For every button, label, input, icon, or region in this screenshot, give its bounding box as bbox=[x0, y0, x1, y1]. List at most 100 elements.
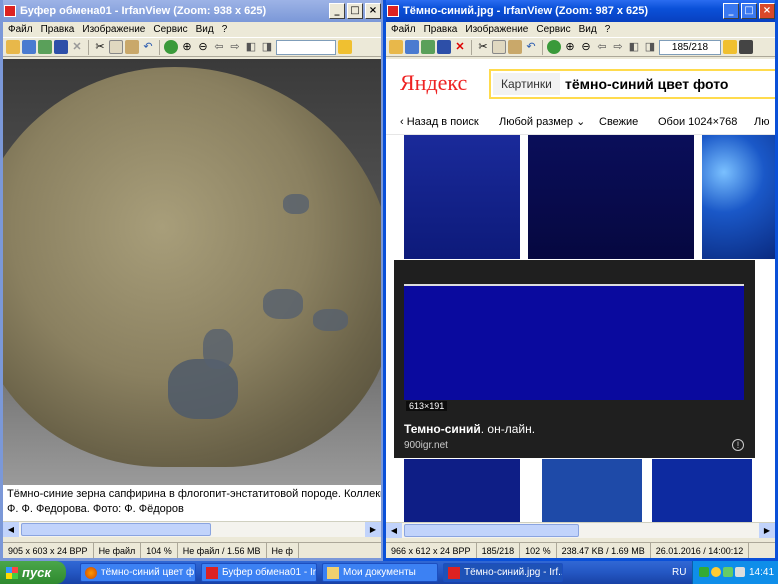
info-icon[interactable]: ! bbox=[732, 439, 744, 451]
zoom-out-icon[interactable]: ⊖ bbox=[579, 40, 593, 54]
options-icon[interactable] bbox=[723, 40, 737, 54]
tray-icon[interactable] bbox=[711, 567, 721, 577]
result-thumb[interactable] bbox=[542, 459, 642, 522]
menu-view[interactable]: Вид bbox=[196, 22, 214, 37]
cut-icon[interactable]: ✂ bbox=[93, 40, 107, 54]
mineral-grain bbox=[283, 194, 309, 214]
h-scrollbar[interactable]: ◀ ▶ bbox=[3, 521, 381, 537]
last-icon[interactable]: ◨ bbox=[260, 40, 274, 54]
menu-edit[interactable]: Правка bbox=[41, 22, 75, 37]
scroll-left-button[interactable]: ◀ bbox=[386, 523, 402, 538]
fresh-filter[interactable]: Свежие bbox=[599, 109, 638, 135]
firefox-icon bbox=[85, 567, 97, 579]
slideshow-icon[interactable] bbox=[38, 40, 52, 54]
menu-tools[interactable]: Сервис bbox=[153, 22, 187, 37]
size-filter[interactable]: Любой размер ⌄ bbox=[499, 109, 585, 135]
tray-icon[interactable] bbox=[735, 567, 745, 577]
cut-icon[interactable]: ✂ bbox=[476, 40, 490, 54]
close-button[interactable]: × bbox=[365, 3, 381, 19]
prev-icon[interactable]: ⇦ bbox=[212, 40, 226, 54]
search-tab-images[interactable]: Картинки bbox=[493, 73, 560, 95]
scroll-thumb[interactable] bbox=[21, 523, 211, 536]
menu-tools[interactable]: Сервис bbox=[536, 22, 570, 37]
menu-file[interactable]: Файл bbox=[8, 22, 33, 37]
zoom-in-icon[interactable]: ⊕ bbox=[180, 40, 194, 54]
scroll-right-button[interactable]: ▶ bbox=[759, 523, 775, 538]
result-thumb[interactable] bbox=[528, 135, 694, 259]
info-icon[interactable] bbox=[547, 40, 561, 54]
search-box[interactable]: Картинки тёмно-синий цвет фото bbox=[489, 69, 775, 99]
result-thumb[interactable] bbox=[404, 135, 520, 259]
result-thumb[interactable] bbox=[404, 459, 520, 522]
left-titlebar[interactable]: Буфер обмена01 - IrfanView (Zoom: 938 x … bbox=[3, 0, 381, 22]
status-dimensions: 966 x 612 x 24 BPP bbox=[386, 543, 477, 558]
menu-image[interactable]: Изображение bbox=[82, 22, 145, 37]
delete-icon[interactable]: ✕ bbox=[453, 40, 467, 54]
info-icon[interactable] bbox=[164, 40, 178, 54]
right-window[interactable]: Тёмно-синий.jpg - IrfanView (Zoom: 987 x… bbox=[383, 0, 778, 561]
yandex-logo[interactable]: Яндекс bbox=[400, 70, 467, 96]
paste-icon[interactable] bbox=[508, 40, 522, 54]
thumbnails-icon[interactable] bbox=[405, 40, 419, 54]
menu-help[interactable]: ? bbox=[222, 22, 228, 37]
delete-icon[interactable]: ✕ bbox=[70, 40, 84, 54]
preview-image[interactable] bbox=[404, 284, 744, 400]
preview-source[interactable]: 900igr.net bbox=[404, 440, 448, 451]
menu-view[interactable]: Вид bbox=[579, 22, 597, 37]
undo-icon[interactable]: ↶ bbox=[524, 40, 538, 54]
more-filter[interactable]: Лю bbox=[754, 109, 769, 135]
scroll-left-button[interactable]: ◀ bbox=[3, 522, 19, 537]
scroll-thumb[interactable] bbox=[404, 524, 579, 537]
taskbar-item-clipboard[interactable]: Буфер обмена01 - Irf... bbox=[201, 563, 317, 582]
left-window[interactable]: Буфер обмена01 - IrfanView (Zoom: 938 x … bbox=[0, 0, 384, 561]
clock[interactable]: 14:41 bbox=[749, 561, 774, 584]
taskbar-item-image[interactable]: Тёмно-синий.jpg - Irf... bbox=[443, 563, 563, 582]
close-button[interactable]: × bbox=[759, 3, 775, 19]
exit-icon[interactable] bbox=[739, 40, 753, 54]
right-statusbar: 966 x 612 x 24 BPP 185/218 102 % 238.47 … bbox=[386, 542, 775, 558]
copy-icon[interactable] bbox=[109, 40, 123, 54]
tray-icon[interactable] bbox=[699, 567, 709, 577]
first-icon[interactable]: ◧ bbox=[244, 40, 258, 54]
minimize-button[interactable]: _ bbox=[329, 3, 345, 19]
start-button[interactable]: пуск bbox=[0, 561, 66, 584]
prev-icon[interactable]: ⇦ bbox=[595, 40, 609, 54]
last-icon[interactable]: ◨ bbox=[643, 40, 657, 54]
menu-file[interactable]: Файл bbox=[391, 22, 416, 37]
open-icon[interactable] bbox=[389, 40, 403, 54]
copy-icon[interactable] bbox=[492, 40, 506, 54]
language-indicator[interactable]: RU bbox=[672, 561, 686, 584]
next-icon[interactable]: ⇨ bbox=[228, 40, 242, 54]
taskbar-item-browser[interactable]: тёмно-синий цвет ф... bbox=[80, 563, 196, 582]
menu-image[interactable]: Изображение bbox=[465, 22, 528, 37]
tray-icon[interactable] bbox=[723, 567, 733, 577]
options-icon[interactable] bbox=[338, 40, 352, 54]
back-to-search-link[interactable]: ‹ Назад в поиск bbox=[400, 109, 479, 135]
save-icon[interactable] bbox=[437, 40, 451, 54]
taskbar: пуск тёмно-синий цвет ф... Буфер обмена0… bbox=[0, 561, 778, 584]
right-titlebar[interactable]: Тёмно-синий.jpg - IrfanView (Zoom: 987 x… bbox=[386, 0, 775, 22]
thumbnails-icon[interactable] bbox=[22, 40, 36, 54]
maximize-button[interactable]: □ bbox=[741, 3, 757, 19]
result-thumb[interactable] bbox=[652, 459, 752, 522]
first-icon[interactable]: ◧ bbox=[627, 40, 641, 54]
paste-icon[interactable] bbox=[125, 40, 139, 54]
next-icon[interactable]: ⇨ bbox=[611, 40, 625, 54]
search-query[interactable]: тёмно-синий цвет фото bbox=[565, 73, 729, 95]
menu-help[interactable]: ? bbox=[605, 22, 611, 37]
zoom-out-icon[interactable]: ⊖ bbox=[196, 40, 210, 54]
taskbar-item-documents[interactable]: Мои документы bbox=[322, 563, 438, 582]
h-scrollbar[interactable]: ◀ ▶ bbox=[386, 522, 775, 538]
slideshow-icon[interactable] bbox=[421, 40, 435, 54]
zoom-in-icon[interactable]: ⊕ bbox=[563, 40, 577, 54]
wallpaper-filter[interactable]: Обои 1024×768 bbox=[658, 109, 737, 135]
undo-icon[interactable]: ↶ bbox=[141, 40, 155, 54]
minimize-button[interactable]: _ bbox=[723, 3, 739, 19]
menu-edit[interactable]: Правка bbox=[424, 22, 458, 37]
save-icon[interactable] bbox=[54, 40, 68, 54]
maximize-button[interactable]: □ bbox=[347, 3, 363, 19]
scroll-right-button[interactable]: ▶ bbox=[365, 522, 381, 537]
open-icon[interactable] bbox=[6, 40, 20, 54]
preview-popup[interactable]: 613×191 Темно-синий. он-лайн. 900igr.net… bbox=[394, 260, 755, 458]
result-thumb[interactable] bbox=[702, 135, 775, 259]
